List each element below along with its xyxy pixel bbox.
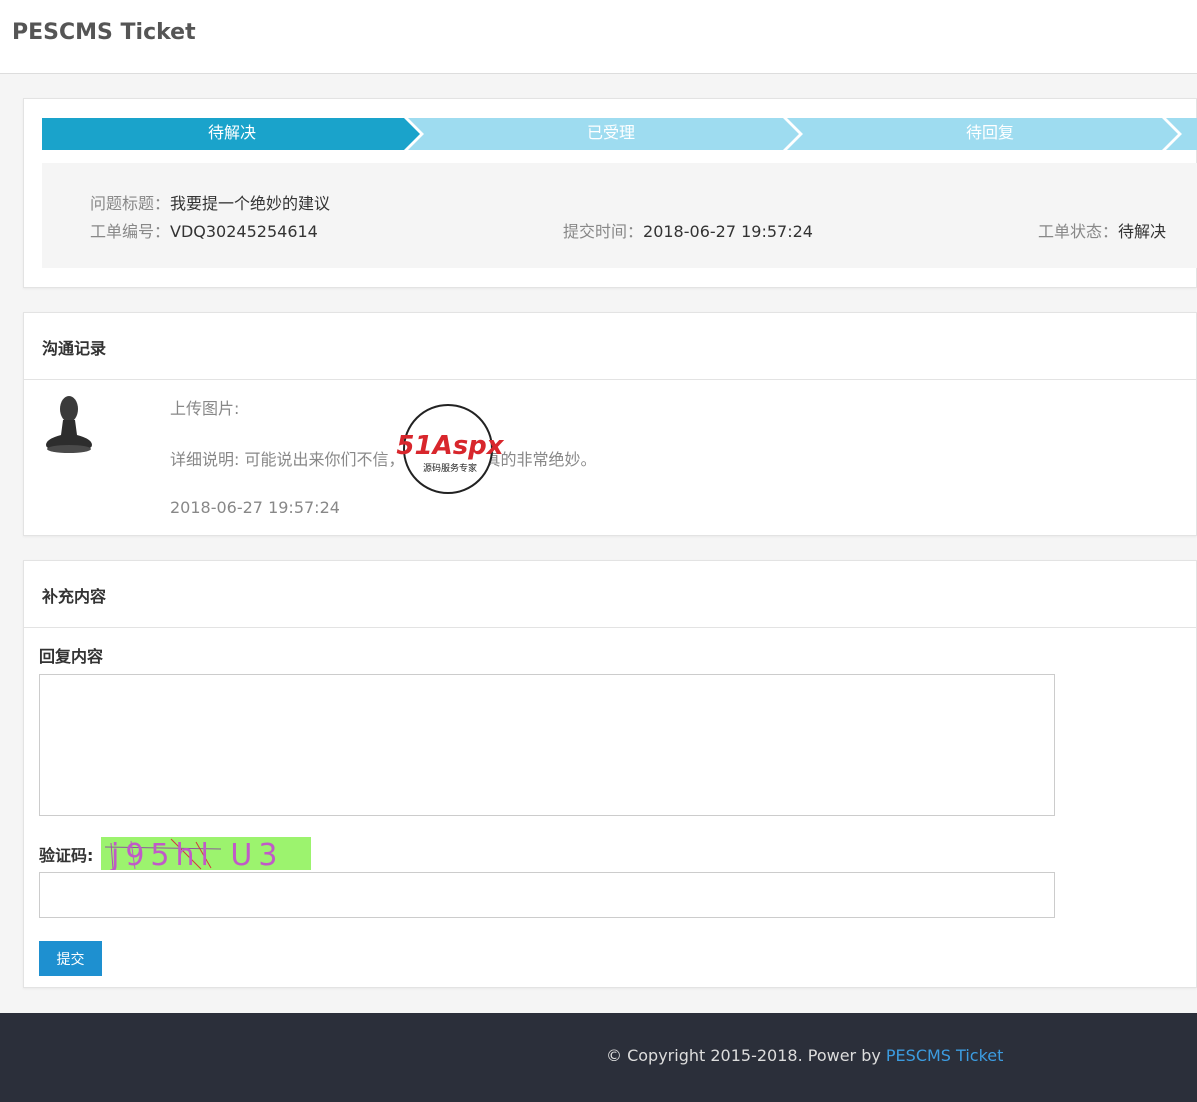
- brand-title[interactable]: PESCMS Ticket: [12, 20, 196, 45]
- progress-steps: 待解决 已受理 待回复: [42, 118, 1197, 150]
- captcha-image[interactable]: j95hl U3: [101, 837, 311, 870]
- detail-text: 详细说明: 可能说出来你们不信，但我的建议真的非常绝妙。: [170, 450, 597, 469]
- ticket-time-label: 提交时间：: [563, 222, 644, 241]
- ticket-info: 问题标题：我要提一个绝妙的建议 工单编号：VDQ30245254614 提交时间…: [42, 163, 1197, 268]
- step-waiting-reply: 待回复: [965, 123, 1014, 142]
- ticket-time-value: 2018-06-27 19:57:24: [643, 222, 813, 241]
- ticket-time-row: 提交时间：2018-06-27 19:57:24: [563, 218, 813, 242]
- captcha-text: j95hl U3: [111, 838, 284, 870]
- reply-content-textarea[interactable]: [39, 674, 1055, 816]
- reply-title: 补充内容: [42, 587, 107, 606]
- ticket-title-value: 我要提一个绝妙的建议: [170, 194, 331, 213]
- submit-button[interactable]: 提交: [39, 941, 102, 976]
- communication-log-card: 沟通记录 上传图片: 详细说明: 可能说出来你们不信，但我的建议真的非常绝妙。 …: [23, 312, 1197, 536]
- footer-link[interactable]: PESCMS Ticket: [886, 1046, 1003, 1065]
- ticket-title-label: 问题标题：: [90, 194, 171, 213]
- step-accepted: 已受理: [586, 123, 635, 142]
- ticket-status-value: 待解决: [1118, 222, 1167, 241]
- user-avatar-icon: [46, 396, 92, 453]
- top-header: PESCMS Ticket: [0, 0, 1197, 74]
- reply-content-label: 回复内容: [39, 647, 104, 666]
- captcha-label: 验证码:: [39, 846, 94, 865]
- ticket-number-row: 工单编号：VDQ30245254614: [90, 218, 318, 242]
- footer: © Copyright 2015-2018. Power by PESCMS T…: [0, 1013, 1197, 1102]
- ticket-title-row: 问题标题：我要提一个绝妙的建议: [90, 190, 330, 214]
- ticket-status-label: 工单状态：: [1038, 222, 1119, 241]
- watermark-logo: 51Aspx 源码服务专家: [386, 403, 514, 495]
- watermark-main-text: 51Aspx: [396, 431, 504, 461]
- ticket-number-value: VDQ30245254614: [170, 222, 318, 241]
- divider: [24, 627, 1197, 628]
- copyright-label: © Copyright 2015-2018. Power by: [606, 1046, 886, 1065]
- ticket-number-label: 工单编号：: [90, 222, 171, 241]
- watermark-sub-text: 源码服务专家: [422, 464, 477, 474]
- log-title: 沟通记录: [42, 339, 107, 358]
- ticket-status-row: 工单状态：待解决: [1038, 218, 1166, 242]
- log-time: 2018-06-27 19:57:24: [170, 498, 340, 517]
- reply-card: 补充内容 回复内容 验证码: j95hl U3 提交: [23, 560, 1197, 988]
- divider: [24, 379, 1197, 380]
- upload-image-label: 上传图片:: [170, 399, 240, 418]
- copyright-text: © Copyright 2015-2018. Power by PESCMS T…: [606, 1046, 1003, 1065]
- ticket-progress-card: 待解决 已受理 待回复 问题标题：我要提一个绝妙的建议 工单编号：VDQ3024…: [23, 98, 1197, 288]
- step-pending: 待解决: [207, 123, 256, 142]
- captcha-input[interactable]: [39, 872, 1055, 918]
